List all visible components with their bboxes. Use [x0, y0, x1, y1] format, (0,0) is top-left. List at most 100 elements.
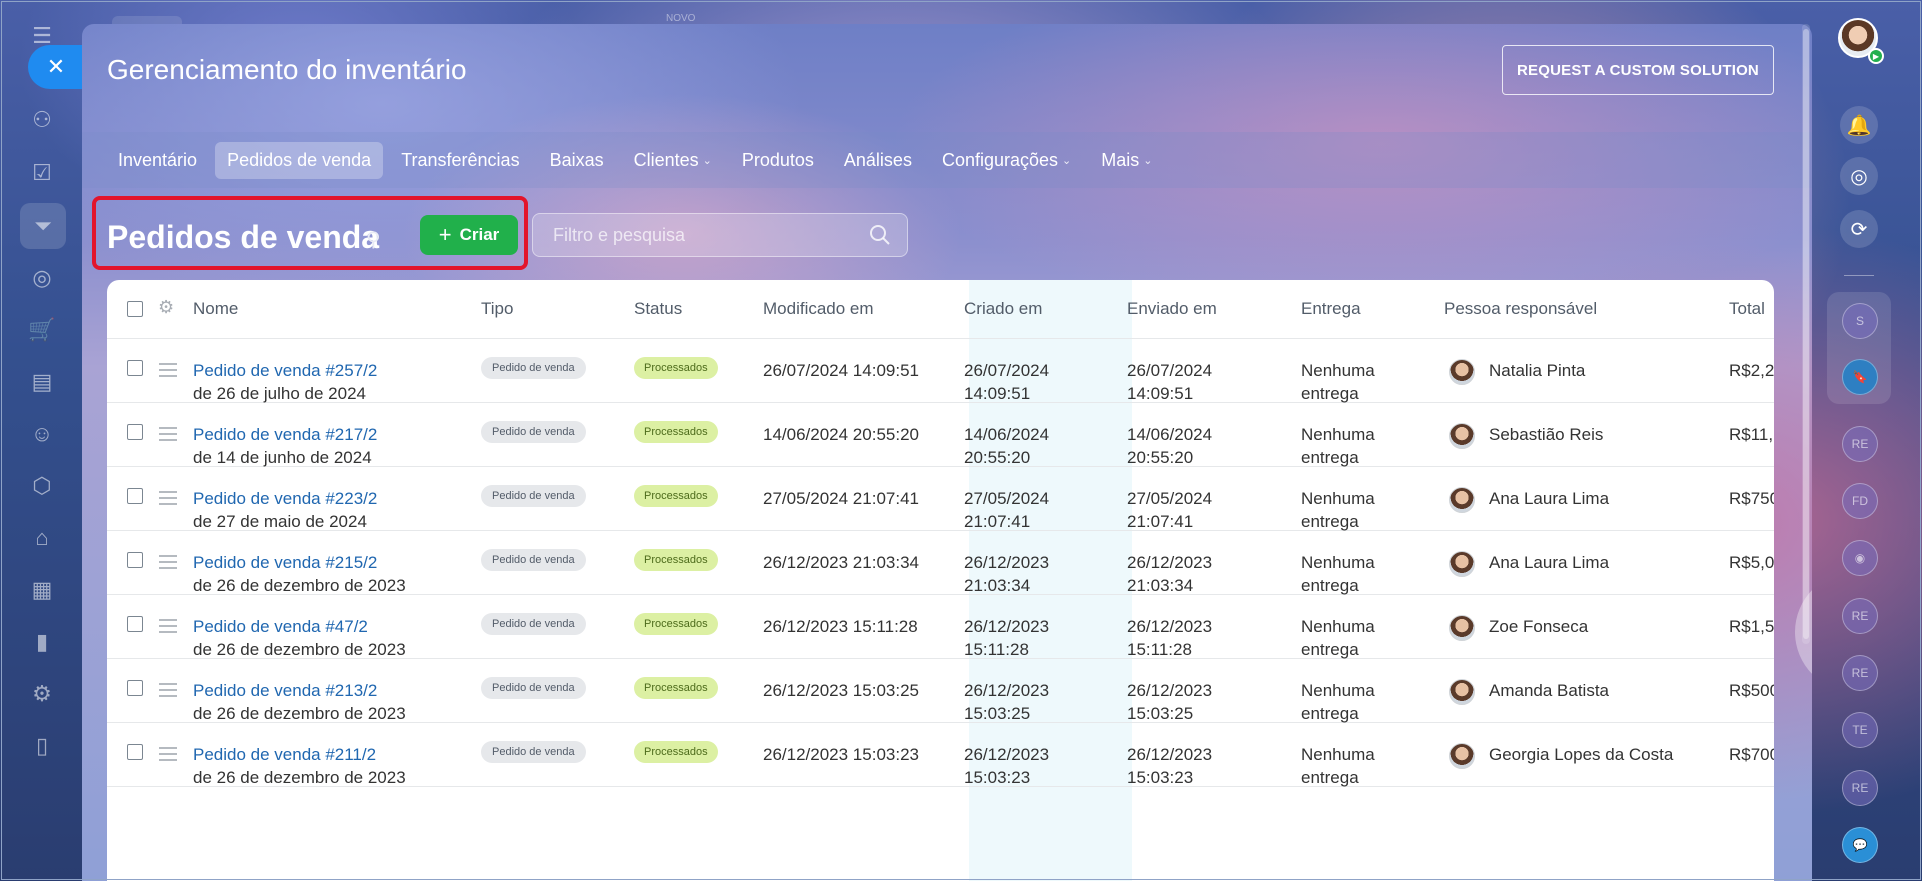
table-row[interactable]: Pedido de venda #47/2 de 26 de dezembro …: [107, 595, 1774, 659]
created-cell: 26/07/2024 14:09:51: [964, 359, 1049, 405]
building-icon[interactable]: ⌂: [22, 518, 62, 558]
search-icon[interactable]: [867, 222, 893, 248]
tasks-icon[interactable]: ☑: [22, 153, 62, 193]
responsible-person[interactable]: Sebastião Reis: [1489, 425, 1603, 445]
responsible-person[interactable]: Amanda Batista: [1489, 681, 1609, 701]
order-link[interactable]: Pedido de venda #215/2: [193, 551, 406, 574]
row-checkbox[interactable]: [127, 360, 143, 376]
chat-icon[interactable]: 💬: [1842, 827, 1878, 863]
network-icon[interactable]: ⚇: [22, 100, 62, 140]
drag-handle-icon[interactable]: [159, 683, 177, 701]
card-icon[interactable]: ▤: [22, 362, 62, 402]
responsible-person[interactable]: Ana Laura Lima: [1489, 489, 1609, 509]
avatar[interactable]: [1449, 359, 1475, 385]
column-header-total[interactable]: Total: [1729, 299, 1765, 319]
nav-tab-8[interactable]: Mais ⌄: [1089, 142, 1164, 179]
calendar-icon[interactable]: ▦: [22, 570, 62, 610]
order-link[interactable]: Pedido de venda #223/2: [193, 487, 377, 510]
drag-handle-icon[interactable]: [159, 747, 177, 765]
row-checkbox[interactable]: [127, 488, 143, 504]
avatar[interactable]: [1449, 743, 1475, 769]
drag-handle-icon[interactable]: [159, 427, 177, 445]
table-row[interactable]: Pedido de venda #217/2 de 14 de junho de…: [107, 403, 1774, 467]
table-row[interactable]: Pedido de venda #213/2 de 26 de dezembro…: [107, 659, 1774, 723]
table-row[interactable]: Pedido de venda #211/2 de 26 de dezembro…: [107, 723, 1774, 787]
table-row[interactable]: Pedido de venda #223/2 de 27 de maio de …: [107, 467, 1774, 531]
nav-tab-1[interactable]: Pedidos de venda: [215, 141, 384, 179]
chat-badge-re-1[interactable]: RE: [1842, 426, 1878, 462]
status-badge: Processados: [634, 677, 718, 699]
copilot-icon[interactable]: ◉: [1842, 540, 1878, 576]
select-all-checkbox[interactable]: [127, 301, 143, 317]
responsible-person[interactable]: Ana Laura Lima: [1489, 553, 1609, 573]
responsible-person[interactable]: Zoe Fonseca: [1489, 617, 1588, 637]
avatar[interactable]: [1449, 423, 1475, 449]
order-link[interactable]: Pedido de venda #47/2: [193, 615, 406, 638]
sync-icon[interactable]: ⟳: [1840, 210, 1878, 248]
settings-icon[interactable]: ⚙: [22, 674, 62, 714]
order-link[interactable]: Pedido de venda #217/2: [193, 423, 377, 446]
nav-tab-4[interactable]: Clientes ⌄: [622, 142, 724, 179]
table-row[interactable]: Pedido de venda #215/2 de 26 de dezembro…: [107, 531, 1774, 595]
nav-tab-6[interactable]: Análises: [832, 142, 924, 179]
chat-badge-re-2[interactable]: RE: [1842, 598, 1878, 634]
responsible-person[interactable]: Natalia Pinta: [1489, 361, 1585, 381]
document-icon[interactable]: ▯: [22, 726, 62, 766]
avatar[interactable]: [1449, 487, 1475, 513]
table-header: ⚙ Nome Tipo Status Modificado em Criado …: [107, 280, 1774, 339]
target-icon[interactable]: ◎: [22, 258, 62, 298]
chat-badge-re-3[interactable]: RE: [1842, 655, 1878, 691]
row-checkbox[interactable]: [127, 552, 143, 568]
cart-icon[interactable]: 🛒: [22, 310, 62, 350]
avatar[interactable]: [1449, 679, 1475, 705]
drag-handle-icon[interactable]: [159, 619, 177, 637]
chat-badge-re-4[interactable]: RE: [1842, 770, 1878, 806]
column-header-sent[interactable]: Enviado em: [1127, 299, 1217, 319]
column-header-delivery[interactable]: Entrega: [1301, 299, 1361, 319]
bookmark-icon[interactable]: 🔖: [1842, 359, 1878, 395]
drag-handle-icon[interactable]: [159, 363, 177, 381]
nav-tab-3[interactable]: Baixas: [538, 142, 616, 179]
table-row[interactable]: Pedido de venda #257/2 de 26 de julho de…: [107, 339, 1774, 403]
row-checkbox[interactable]: [127, 680, 143, 696]
row-checkbox[interactable]: [127, 744, 143, 760]
scrollbar-thumb[interactable]: [1803, 29, 1809, 639]
drag-handle-icon[interactable]: [159, 491, 177, 509]
avatar[interactable]: [1449, 615, 1475, 641]
order-link[interactable]: Pedido de venda #211/2: [193, 743, 406, 766]
create-button[interactable]: + Criar: [420, 215, 518, 255]
chat-badge-fd[interactable]: FD: [1842, 483, 1878, 519]
row-checkbox[interactable]: [127, 616, 143, 632]
nav-tab-2[interactable]: Transferências: [389, 142, 531, 179]
bot-icon[interactable]: ☺: [22, 414, 62, 454]
chat-badge-te[interactable]: TE: [1842, 712, 1878, 748]
chart-icon[interactable]: ▮: [22, 622, 62, 662]
order-link[interactable]: Pedido de venda #213/2: [193, 679, 406, 702]
request-custom-solution-button[interactable]: REQUEST A CUSTOM SOLUTION: [1502, 45, 1774, 95]
column-header-created[interactable]: Criado em: [964, 299, 1042, 319]
target-icon[interactable]: ◎: [1840, 157, 1878, 195]
drag-handle-icon[interactable]: [159, 555, 177, 573]
column-header-status[interactable]: Status: [634, 299, 682, 319]
search-input[interactable]: [533, 214, 853, 256]
nav-tab-7[interactable]: Configurações ⌄: [930, 142, 1083, 179]
row-checkbox[interactable]: [127, 424, 143, 440]
order-link[interactable]: Pedido de venda #257/2: [193, 359, 377, 382]
filter-icon[interactable]: ⏷: [20, 203, 66, 249]
column-header-type[interactable]: Tipo: [481, 299, 513, 319]
gear-icon[interactable]: ⚙: [158, 297, 174, 318]
search-box[interactable]: [532, 213, 908, 257]
pin-icon[interactable]: ⚲: [366, 227, 381, 252]
nav-tab-5[interactable]: Produtos: [730, 142, 826, 179]
chat-badge-s[interactable]: S: [1842, 303, 1878, 339]
nav-tab-0[interactable]: Inventário: [106, 142, 209, 179]
column-header-name[interactable]: Nome: [193, 299, 238, 319]
column-header-modified[interactable]: Modificado em: [763, 299, 874, 319]
bell-icon[interactable]: 🔔: [1840, 106, 1878, 144]
box-icon[interactable]: ⬡: [22, 466, 62, 506]
column-header-responsible[interactable]: Pessoa responsável: [1444, 299, 1597, 319]
panel-scrollbar[interactable]: [1802, 24, 1810, 644]
responsible-person[interactable]: Georgia Lopes da Costa: [1489, 745, 1673, 765]
avatar[interactable]: [1449, 551, 1475, 577]
close-slider-button[interactable]: ✕: [28, 45, 84, 89]
